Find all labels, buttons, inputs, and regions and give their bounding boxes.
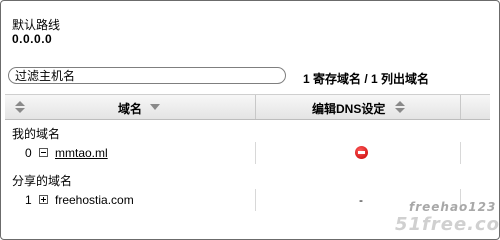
table-row: 0 mmtao.ml [5,142,490,164]
row-index: 0 [25,146,32,160]
watermark-line1: freehao123 [409,200,497,214]
default-route-label: 默认路线 [12,18,61,32]
watermark-line2: 51free.com [395,214,500,235]
domain-count-summary: 1 寄存域名 / 1 列出域名 [303,72,430,86]
watermark-logo: freehao123 51free.com [395,198,500,238]
sort-arrows-icon[interactable] [15,101,25,113]
sort-arrows-icon[interactable] [395,101,405,113]
shared-domains-section-title: 分享的域名 [12,174,73,188]
expand-icon[interactable] [39,195,48,204]
delete-icon[interactable] [355,146,368,159]
my-domains-section-title: 我的域名 [12,127,61,141]
domain-name: freehostia.com [55,193,134,207]
sort-descending-icon[interactable] [150,101,160,113]
column-header-domain-label[interactable]: 域名 [118,100,142,117]
column-header-dns[interactable]: 编辑DNS设定 [255,95,461,119]
hostname-filter-input[interactable] [8,67,286,84]
table-header: 域名 编辑DNS设定 [5,94,490,120]
column-header-domain[interactable]: 域名 [5,95,256,119]
domain-link[interactable]: mmtao.ml [55,146,108,160]
collapse-icon[interactable] [39,148,48,157]
row-index: 1 [25,193,32,207]
default-route-value: 0.0.0.0 [12,32,53,46]
column-header-dns-label[interactable]: 编辑DNS设定 [312,100,385,117]
dns-setting-empty: - [359,193,363,207]
